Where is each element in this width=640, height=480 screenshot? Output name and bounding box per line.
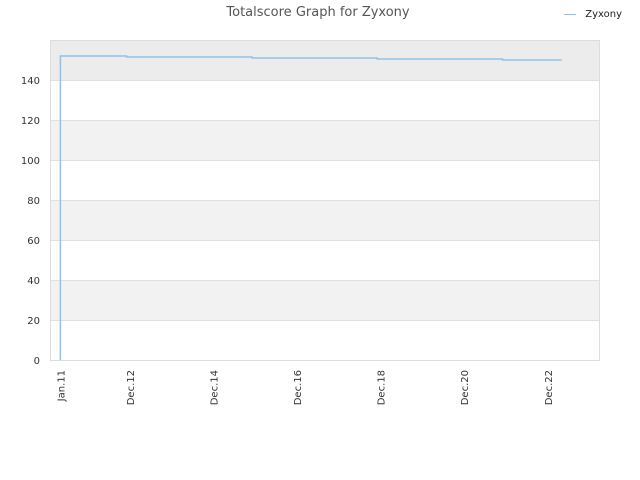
y-tick-label: 120 — [21, 116, 40, 127]
grid-band — [50, 120, 600, 160]
x-tick-label: Dec.18 — [377, 370, 388, 405]
x-tick-label: Dec.22 — [544, 370, 555, 405]
x-tick-label: Dec.12 — [126, 370, 137, 405]
chart-plot: 0 20 40 60 80 100 120 140 Jan.11 Dec.12 Dec.14 Dec.… — [21, 40, 600, 405]
grid-band — [50, 280, 600, 320]
x-tick-label: Dec.14 — [210, 370, 221, 405]
x-tick-label: Dec.20 — [460, 370, 471, 405]
y-tick-label: 20 — [27, 316, 40, 327]
x-tick-label: Dec.16 — [293, 370, 304, 405]
x-tick-label: Jan.11 — [56, 370, 67, 402]
y-tick-label: 80 — [27, 196, 40, 207]
grid-band — [50, 200, 600, 240]
y-tick-label: 140 — [21, 76, 40, 87]
y-tick-label: 60 — [27, 236, 40, 247]
chart-container: Totalscore Graph for Zyxony Zyxony 0 20 40… — [0, 0, 640, 480]
y-tick-label: 40 — [27, 276, 40, 287]
y-tick-label: 0 — [34, 356, 40, 367]
y-tick-label: 100 — [21, 156, 40, 167]
